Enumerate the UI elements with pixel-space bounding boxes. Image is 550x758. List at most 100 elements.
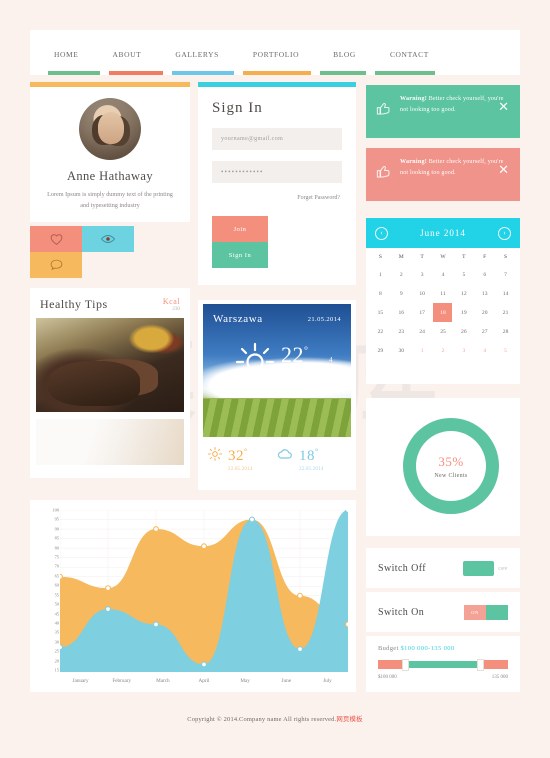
calendar-day[interactable]: 9	[391, 284, 412, 303]
calendar-day[interactable]: 12	[453, 284, 474, 303]
calendar-day[interactable]: 8	[370, 284, 391, 303]
y-tick-label: 15	[54, 667, 59, 673]
nav-item-about[interactable]: ABOUT	[106, 44, 147, 62]
toggle-switch[interactable]: ON	[464, 604, 508, 620]
y-tick-label: 60	[54, 582, 59, 588]
sun-icon	[235, 342, 275, 387]
calendar-day[interactable]: 6	[474, 265, 495, 284]
calendar-day[interactable]: 13	[474, 284, 495, 303]
calendar-day[interactable]: 27	[474, 322, 495, 341]
calendar-day[interactable]: 14	[495, 284, 516, 303]
calendar-day[interactable]: 1	[370, 265, 391, 284]
budget-slider[interactable]	[378, 658, 508, 671]
comment-icon[interactable]	[30, 252, 82, 278]
x-tick-label: January	[72, 678, 89, 684]
eye-icon[interactable]	[82, 226, 134, 252]
sign-in-button[interactable]: Sign In	[212, 242, 268, 268]
calendar-day[interactable]: 26	[453, 322, 474, 341]
calendar-day[interactable]: 11	[433, 284, 454, 303]
calendar-day[interactable]: 17	[412, 303, 433, 322]
y-tick-label: 55	[54, 592, 59, 598]
y-tick-label: 95	[54, 516, 59, 522]
nav-item-home[interactable]: HOME	[48, 44, 84, 62]
calendar-day[interactable]: 25	[433, 322, 454, 341]
join-button[interactable]: Join	[212, 216, 268, 242]
calendar-day[interactable]: 22	[370, 322, 391, 341]
heart-icon[interactable]	[30, 226, 82, 252]
toggle-switch[interactable]	[463, 560, 495, 576]
healthy-tips-card: Healthy Tips Kcal 230	[30, 288, 190, 478]
nav-item-gallerys[interactable]: GALLERYS	[169, 44, 225, 62]
x-tick-label: March	[156, 678, 170, 684]
calendar-header: ‹ June 2014 ›	[366, 218, 520, 248]
close-icon[interactable]: ✕	[498, 163, 509, 176]
calendar-day[interactable]: 10	[412, 284, 433, 303]
sun-icon	[208, 447, 222, 466]
slider-handle-max[interactable]	[477, 658, 484, 671]
calendar-day[interactable]: 23	[391, 322, 412, 341]
cloud-icon	[277, 447, 293, 465]
calendar-weekday: T	[420, 253, 424, 260]
y-tick-label: 35	[54, 629, 59, 635]
nav-underlines	[30, 71, 520, 75]
slider-selected-range	[409, 661, 477, 668]
calendar-weekday: S	[504, 253, 508, 260]
chevron-right-icon[interactable]: ›	[498, 226, 511, 240]
x-tick-label: June	[281, 678, 292, 684]
calendar-day[interactable]: 7	[495, 265, 516, 284]
budget-card: Budget $100 000-135 000 $100 000 135 000	[366, 636, 520, 692]
calendar-day[interactable]: 2	[391, 265, 412, 284]
calendar-day[interactable]: 29	[370, 341, 391, 360]
thumbs-up-icon	[375, 99, 394, 123]
calendar-weekday: S	[378, 253, 382, 260]
calendar-day[interactable]: 4	[474, 341, 495, 360]
kcal-value: 230	[172, 305, 180, 312]
budget-values: $100 000 135 000	[366, 669, 520, 680]
calendar-day[interactable]: 5	[453, 265, 474, 284]
calendar-day[interactable]: 3	[453, 341, 474, 360]
field-graphic	[203, 399, 351, 437]
nav-item-portfolio[interactable]: PORTFOLIO	[247, 44, 305, 62]
y-tick-label: 90	[54, 526, 59, 532]
calendar-weekday: F	[483, 253, 487, 260]
nav-item-list: HOME ABOUT GALLERYS PORTFOLIO BLOG CONTACT	[30, 30, 520, 75]
calendar-day[interactable]: 3	[412, 265, 433, 284]
calendar-day[interactable]: 20	[474, 303, 495, 322]
chevron-left-icon[interactable]: ‹	[375, 226, 388, 240]
nav-underline-about	[109, 71, 163, 75]
close-icon[interactable]: ✕	[498, 100, 509, 113]
food-photo-secondary	[36, 419, 184, 465]
profile-bio: Lorem Ipsum is simply dummy text of the …	[47, 191, 173, 210]
calendar-day[interactable]: 19	[453, 303, 474, 322]
calendar-day[interactable]: 5	[495, 341, 516, 360]
chart-plot-area	[57, 507, 351, 673]
nav-item-contact[interactable]: CONTACT	[384, 44, 435, 62]
profile-name: Anne Hathaway	[66, 169, 154, 183]
calendar-day[interactable]: 28	[495, 322, 516, 341]
password-field[interactable]: ••••••••••••	[212, 161, 342, 183]
nav-item-blog[interactable]: BLOG	[327, 44, 362, 62]
calendar-title: June 2014	[420, 228, 466, 238]
copyright-text: Copyright © 2014.Company name All rights…	[187, 716, 337, 723]
avatar	[79, 98, 141, 160]
healthy-tips-header: Healthy Tips Kcal 230	[30, 288, 190, 314]
calendar-day[interactable]: 18	[433, 303, 454, 322]
switch-label: Switch Off	[378, 562, 426, 574]
y-tick-label: 50	[54, 601, 59, 607]
forgot-password-link[interactable]: Forget Password?	[198, 183, 356, 201]
calendar-day[interactable]: 16	[391, 303, 412, 322]
calendar-day[interactable]: 15	[370, 303, 391, 322]
calendar-day[interactable]: 2	[433, 341, 454, 360]
slider-handle-min[interactable]	[402, 658, 409, 671]
calendar-day[interactable]: 1	[412, 341, 433, 360]
calendar-day[interactable]: 4	[433, 265, 454, 284]
calendar-day[interactable]: 24	[412, 322, 433, 341]
weather-wind: 4	[329, 356, 333, 364]
calendar-day[interactable]: 30	[391, 341, 412, 360]
switch-card-2: Switch On ON	[366, 592, 520, 632]
calendar-day[interactable]: 21	[495, 303, 516, 322]
forecast-date: 22.05.2014	[299, 467, 324, 472]
food-photo-primary	[36, 318, 184, 412]
y-tick-label: 25	[54, 648, 59, 654]
email-field[interactable]: yourname@gmail.com	[212, 128, 342, 150]
